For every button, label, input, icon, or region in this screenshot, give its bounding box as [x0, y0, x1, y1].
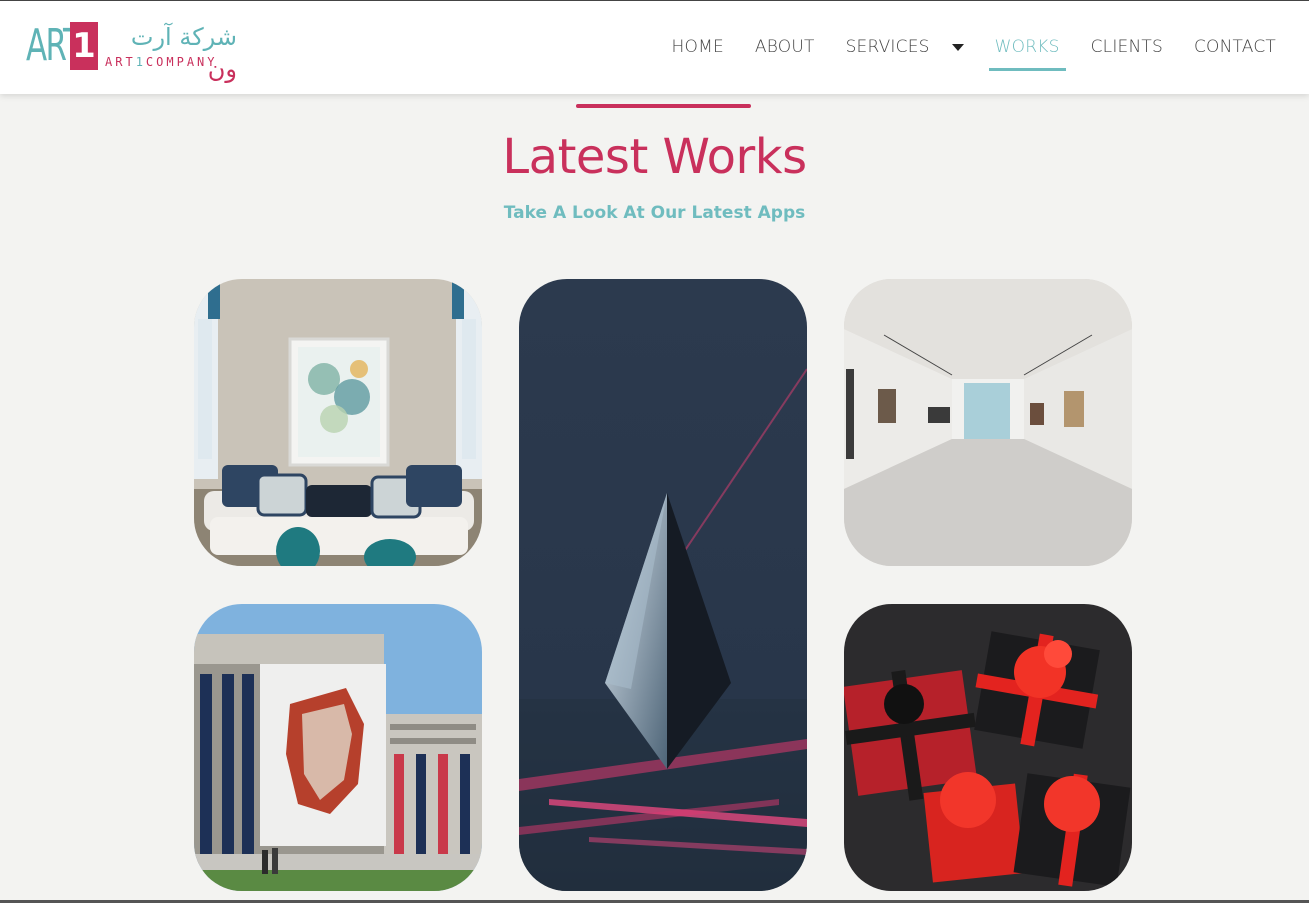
logo-sub-art: ART	[105, 55, 136, 69]
site-header: ART 1 شركة آرت ون ART1COMPANY HOME ABOUT…	[0, 0, 1309, 94]
gallery-image	[844, 279, 1132, 566]
work-tile-prism[interactable]	[519, 279, 807, 891]
logo-arabic-prefix: شركة آرت	[130, 23, 237, 51]
nav-services[interactable]: SERVICES	[846, 36, 964, 58]
nav-home[interactable]: HOME	[672, 36, 724, 58]
logo-one-box: 1	[70, 22, 98, 70]
art1-company-logo[interactable]: ART 1 شركة آرت ون ART1COMPANY	[26, 21, 238, 83]
work-tile-gallery[interactable]	[844, 279, 1132, 566]
section-subtitle: Take A Look At Our Latest Apps	[503, 203, 806, 223]
living-room-image	[194, 279, 482, 566]
title-accent-bar	[576, 104, 751, 108]
section-title: Latest Works	[502, 129, 807, 185]
gifts-image	[844, 604, 1132, 891]
work-tile-gifts[interactable]	[844, 604, 1132, 891]
nav-clients-label: CLIENTS	[1090, 37, 1163, 57]
logo-sub-one: 1	[135, 55, 146, 69]
mural-image	[194, 604, 482, 891]
main-nav: HOME ABOUT SERVICES WORKS CLIENTS CONTAC…	[641, 35, 1276, 71]
work-tile-living-room[interactable]	[194, 279, 482, 566]
nav-contact[interactable]: CONTACT	[1194, 36, 1276, 58]
nav-about-label: ABOUT	[754, 37, 815, 57]
work-tile-mural[interactable]	[194, 604, 482, 891]
nav-contact-label: CONTACT	[1193, 37, 1276, 57]
logo-arabic-text: شركة آرت ون	[105, 21, 237, 85]
nav-services-label: SERVICES	[845, 37, 930, 57]
nav-clients[interactable]: CLIENTS	[1091, 36, 1163, 58]
nav-home-label: HOME	[671, 37, 724, 57]
chevron-down-icon[interactable]	[951, 43, 964, 51]
nav-works-label: WORKS	[994, 37, 1060, 57]
logo-subtext: ART1COMPANY	[105, 55, 218, 69]
prism-image	[519, 279, 807, 891]
nav-works[interactable]: WORKS	[988, 36, 1066, 71]
nav-about[interactable]: ABOUT	[755, 36, 815, 58]
logo-sub-company: COMPANY	[145, 55, 218, 69]
